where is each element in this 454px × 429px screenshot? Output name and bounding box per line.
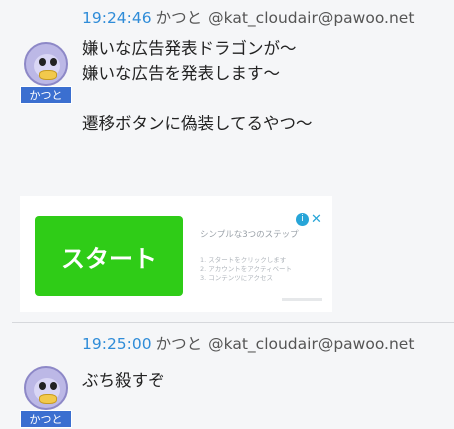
ad-step: 2. アカウントをアクティベート <box>200 265 293 273</box>
avatar[interactable]: かつと <box>20 366 72 428</box>
post-divider <box>12 322 454 323</box>
account-handle[interactable]: @kat_cloudair@pawoo.net <box>208 9 414 27</box>
timestamp-link[interactable]: 19:24:46 <box>82 9 152 27</box>
content-line: 嫌いな広告発表ドラゴンが〜 <box>82 39 297 58</box>
post-header: 19:25:00 かつと @kat_cloudair@pawoo.net <box>82 332 414 354</box>
display-name[interactable]: かつと <box>156 9 203 27</box>
post-content: ぶち殺すぞ <box>82 368 165 393</box>
avatar-name-tag: かつと <box>20 410 72 428</box>
status-post: 19:24:46 かつと @kat_cloudair@pawoo.net かつと 嫌… <box>0 0 454 320</box>
info-icon[interactable]: i <box>296 213 309 226</box>
content-line <box>82 86 313 111</box>
ad-heading: シンプルな3つのステップ <box>200 230 299 240</box>
post-content: 嫌いな広告発表ドラゴンが〜 嫌いな広告を発表します〜 遷移ボタンに偽装してるやつ… <box>82 36 313 136</box>
ad-steps: 1. スタートをクリックします 2. アカウントをアクティベート 3. コンテン… <box>200 256 292 283</box>
content-line: ぶち殺すぞ <box>82 371 165 390</box>
close-icon[interactable]: ✕ <box>310 213 323 226</box>
display-name[interactable]: かつと <box>156 335 203 353</box>
ad-step: 3. コンテンツにアクセス <box>200 274 273 282</box>
avatar-name-tag: かつと <box>20 86 72 104</box>
status-post: 19:25:00 かつと @kat_cloudair@pawoo.net かつと ぶ… <box>0 324 454 428</box>
ad-footer-mark <box>282 298 322 301</box>
avatar[interactable]: かつと <box>20 42 72 104</box>
post-header: 19:24:46 かつと @kat_cloudair@pawoo.net <box>82 6 414 28</box>
ad-step: 1. スタートをクリックします <box>200 256 287 264</box>
ad-banner[interactable]: スタート i ✕ シンプルな3つのステップ 1. スタートをクリックします 2.… <box>20 196 332 312</box>
content-line: 嫌いな広告を発表します〜 <box>82 64 280 83</box>
ad-start-button[interactable]: スタート <box>35 216 183 296</box>
account-handle[interactable]: @kat_cloudair@pawoo.net <box>208 335 414 353</box>
penguin-avatar-icon <box>24 366 68 410</box>
timestamp-link[interactable]: 19:25:00 <box>82 335 152 353</box>
content-line: 遷移ボタンに偽装してるやつ〜 <box>82 114 313 133</box>
penguin-avatar-icon <box>24 42 68 86</box>
